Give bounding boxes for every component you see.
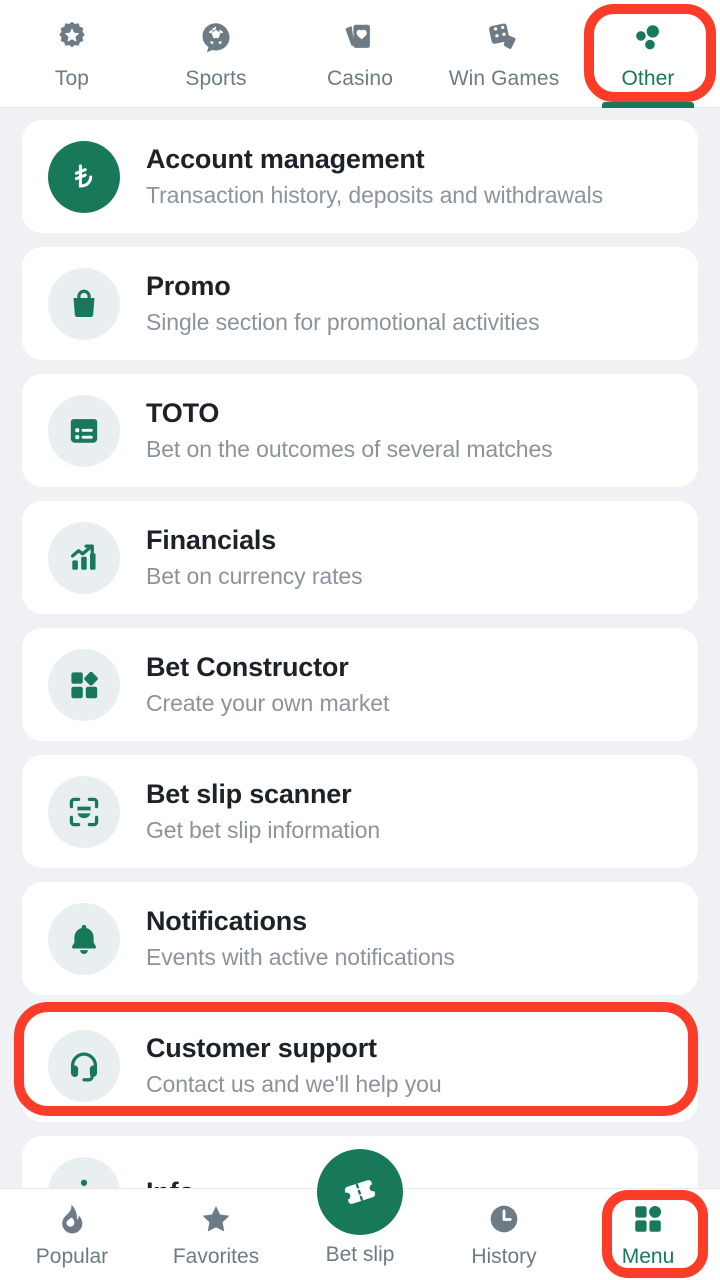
list-item-subtitle: Get bet slip information (146, 817, 381, 843)
bottom-tab-menu[interactable]: Menu (576, 1189, 720, 1280)
list-item-title: Bet slip scanner (146, 779, 352, 809)
star-icon (197, 1200, 235, 1238)
other-menu-list: Account management Transaction history, … (0, 108, 720, 1188)
bottom-tab-favorites[interactable]: Favorites (144, 1189, 288, 1280)
list-item-bet-constructor[interactable]: Bet Constructor Create your own market (22, 628, 698, 741)
turkish-lira-icon (48, 140, 120, 213)
bottom-tab-label: Menu (621, 1245, 675, 1268)
list-item-title: Bet Constructor (146, 652, 349, 682)
bottom-tab-popular[interactable]: Popular (0, 1189, 144, 1280)
top-tab-other[interactable]: Other (576, 0, 720, 108)
top-tab-label: Win Games (448, 66, 560, 90)
list-item-title: Notifications (146, 906, 307, 936)
list-item-account-management[interactable]: Account management Transaction history, … (22, 120, 698, 233)
top-tab-label: Casino (327, 66, 393, 90)
shopping-bag-icon (48, 267, 120, 340)
bet-slip-fab[interactable] (317, 1148, 403, 1235)
playing-cards-icon (340, 18, 380, 58)
top-tab-label: Other (621, 66, 675, 90)
headset-icon (48, 1029, 120, 1102)
list-item-title: TOTO (146, 398, 220, 428)
list-item-subtitle: Bet on the outcomes of several matches (146, 436, 553, 462)
ticket-icon (341, 1173, 379, 1211)
list-item-customer-support[interactable]: Customer support Contact us and we'll he… (22, 1009, 698, 1122)
list-item-title: Financials (146, 525, 277, 555)
bottom-tab-history[interactable]: History (432, 1189, 576, 1280)
top-tab-label: Top (54, 66, 90, 90)
list-item-financials[interactable]: Financials Bet on currency rates (22, 501, 698, 614)
list-item-notifications[interactable]: Notifications Events with active notific… (22, 882, 698, 995)
scan-frame-icon (48, 775, 120, 848)
bottom-tab-bet-slip[interactable]: Bet slip (288, 1148, 432, 1280)
list-item-title: Account management (146, 144, 425, 174)
list-item-promo[interactable]: Promo Single section for promotional act… (22, 247, 698, 360)
top-tab-label: Sports (185, 66, 247, 90)
list-item-subtitle: Transaction history, deposits and withdr… (146, 182, 603, 208)
bottom-navigation-bar: Popular Favorites Bet slip History Menu (0, 1148, 720, 1280)
bottom-tab-label: Favorites (172, 1245, 260, 1268)
top-tab-sports[interactable]: Sports (144, 0, 288, 108)
list-item-title: Info (146, 1177, 195, 1188)
list-item-subtitle: Bet on currency rates (146, 563, 363, 589)
bottom-tab-label: Bet slip (325, 1242, 395, 1266)
top-tab-top[interactable]: Top (0, 0, 144, 108)
clock-icon (485, 1200, 523, 1238)
list-card-icon (48, 394, 120, 467)
list-item-bet-slip-scanner[interactable]: Bet slip scanner Get bet slip informatio… (22, 755, 698, 868)
list-item-title: Promo (146, 271, 231, 301)
blocks-grid-icon (48, 648, 120, 721)
flame-icon (53, 1200, 91, 1238)
list-item-subtitle: Single section for promotional activitie… (146, 309, 540, 335)
bell-icon (48, 902, 120, 975)
rosette-badge-icon (52, 18, 92, 58)
bottom-tab-label: Popular (35, 1245, 109, 1268)
top-tab-win-games[interactable]: Win Games (432, 0, 576, 108)
bottom-tab-label: History (471, 1245, 537, 1268)
top-navigation-bar: Top Sports Casino Win Games Other (0, 0, 720, 108)
dice-icon (484, 18, 524, 58)
growth-chart-icon (48, 521, 120, 594)
football-icon (196, 18, 236, 58)
vertical-dots-icon (48, 1156, 120, 1188)
list-item-toto[interactable]: TOTO Bet on the outcomes of several matc… (22, 374, 698, 487)
list-item-subtitle: Contact us and we'll help you (146, 1071, 442, 1097)
list-item-title: Customer support (146, 1033, 377, 1063)
top-tab-casino[interactable]: Casino (288, 0, 432, 108)
list-item-subtitle: Create your own market (146, 690, 390, 716)
list-item-subtitle: Events with active notifications (146, 944, 455, 970)
three-dots-cluster-icon (628, 18, 668, 58)
grid-menu-icon (629, 1200, 667, 1238)
